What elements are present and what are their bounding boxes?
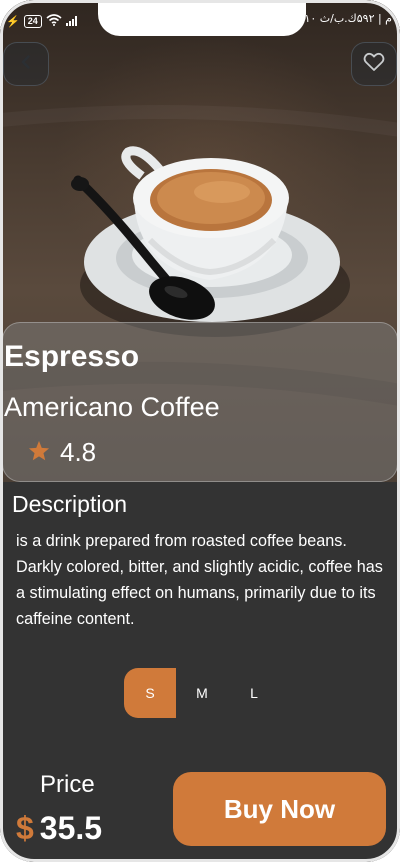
price-label: Price	[40, 771, 95, 798]
back-button[interactable]	[3, 42, 49, 86]
size-option-m[interactable]: M	[176, 668, 228, 718]
size-option-l[interactable]: L	[228, 668, 280, 718]
heart-outline-icon	[363, 52, 385, 77]
description-heading: Description	[12, 491, 128, 517]
status-bar-time: ۷:۱۰ م | ۵۹۲ك.ب/ث	[294, 12, 392, 25]
size-selector: S M L	[124, 668, 280, 718]
product-subtitle: Americano Coffee	[4, 392, 220, 422]
size-option-s[interactable]: S	[124, 668, 176, 718]
buy-now-button[interactable]: Buy Now	[173, 772, 386, 846]
chevron-left-icon	[18, 54, 34, 75]
charging-icon: ⚡	[6, 15, 20, 28]
camera-notch	[98, 0, 306, 36]
app-screen: ⚡ 24 ۷:۱۰ م | ۵۹۲ك.ب/ث Espresso American…	[0, 0, 400, 862]
product-title: Espresso	[4, 340, 140, 373]
star-icon	[28, 437, 50, 468]
product-rating: 4.8	[28, 437, 96, 468]
favorite-button[interactable]	[351, 42, 397, 86]
wifi-icon	[46, 13, 62, 29]
price-display: $ 35.5	[16, 810, 102, 847]
rating-value: 4.8	[60, 437, 97, 467]
description-text: is a drink prepared from roasted coffee …	[16, 532, 383, 628]
battery-indicator: 24	[23, 14, 42, 28]
status-bar-left: ⚡ 24	[6, 12, 80, 30]
price-amount: 35.5	[39, 810, 103, 846]
signal-icon	[65, 14, 80, 29]
currency-symbol: $	[16, 810, 34, 846]
